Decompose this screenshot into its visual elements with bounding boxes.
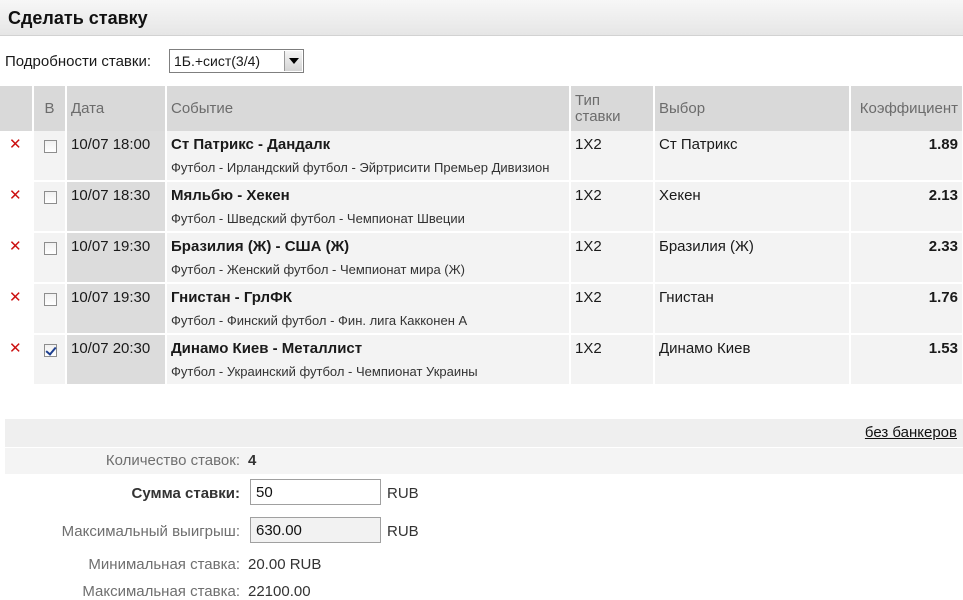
event-subtitle: Футбол - Украинский футбол - Чемпионат У… (171, 364, 478, 379)
delete-cell: ✕ (0, 232, 34, 284)
column-header-coef: Коэффициент (850, 86, 963, 131)
event-title: Динамо Киев - Металлист (171, 340, 363, 357)
coef-cell: 1.76 (850, 283, 963, 335)
event-cell: Бразилия (Ж) - США (Ж) Футбол - Женский ф… (166, 232, 571, 284)
stake-input[interactable] (250, 479, 381, 505)
max-win-field (250, 517, 381, 543)
max-win-label: Максимальный выигрыш: (61, 523, 240, 540)
bet-type-select-value: 1Б.+сист(3/4) (174, 53, 261, 69)
column-header-event: Событие (166, 86, 571, 131)
delete-cell: ✕ (0, 181, 34, 233)
coef-cell: 1.89 (850, 131, 963, 182)
coef-cell: 2.13 (850, 181, 963, 233)
page-title: Сделать ставку (8, 8, 148, 28)
bet-type-cell: 1X2 (570, 131, 655, 182)
delete-cell: ✕ (0, 131, 34, 182)
choice-cell: Бразилия (Ж) (654, 232, 851, 284)
banker-cell (33, 283, 67, 335)
stake-label: Сумма ставки: (131, 485, 240, 502)
chevron-down-icon[interactable] (284, 51, 302, 71)
bankers-bar: без банкеров (5, 419, 963, 447)
table-row: ✕ 10/07 20:30 Динамо Киев - Металлист Футбо… (0, 334, 963, 386)
event-subtitle: Футбол - Финский футбол - Фин. лига Какк… (171, 313, 468, 328)
banker-checkbox[interactable] (43, 293, 57, 306)
event-subtitle: Футбол - Шведский футбол - Чемпионат Шве… (171, 211, 465, 226)
event-subtitle: Футбол - Ирландский футбол - Эйртрисити … (171, 160, 550, 175)
date-cell: 10/07 19:30 (66, 232, 167, 284)
date-cell: 10/07 19:30 (66, 283, 167, 335)
column-header-bet-type: Тип ставки (570, 86, 655, 131)
column-header-date: Дата (66, 86, 167, 131)
bet-type-cell: 1X2 (570, 334, 655, 386)
delete-cell: ✕ (0, 283, 34, 335)
close-icon[interactable]: ✕ (9, 238, 22, 255)
table-row: ✕ 10/07 19:30 Бразилия (Ж) - США (Ж) Футбол… (0, 232, 963, 284)
coef-cell: 1.53 (850, 334, 963, 386)
coef-cell: 2.33 (850, 232, 963, 284)
close-icon[interactable]: ✕ (9, 187, 22, 204)
close-icon[interactable]: ✕ (9, 289, 22, 306)
bet-count-value: 4 (248, 452, 257, 469)
event-cell: Гнистан - ГрлФК Футбол - Финский футбол -… (166, 283, 571, 335)
event-title: Ст Патрикс - Дандалк (171, 136, 331, 153)
date-cell: 10/07 18:00 (66, 131, 167, 182)
bets-table: В Дата Событие Тип ставки Выбор Коэффици… (0, 86, 963, 386)
max-stake-value: 22100.00 (248, 583, 311, 600)
max-stake-label: Максимальная ставка: (82, 583, 240, 600)
no-bankers-link[interactable]: без банкеров (865, 424, 957, 441)
close-icon[interactable]: ✕ (9, 136, 22, 153)
banker-cell (33, 334, 67, 386)
max-win-currency: RUB (387, 523, 419, 540)
table-row: ✕ 10/07 18:30 Мяльбю - Хекен Футбол - Шведс… (0, 181, 963, 233)
banker-checkbox[interactable] (43, 140, 57, 153)
table-row: ✕ 10/07 19:30 Гнистан - ГрлФК Футбол - Финс… (0, 283, 963, 335)
banker-cell (33, 131, 67, 182)
banker-checkbox[interactable] (43, 191, 57, 204)
min-stake-label: Минимальная ставка: (88, 556, 240, 573)
event-cell: Мяльбю - Хекен Футбол - Шведский футбол -… (166, 181, 571, 233)
choice-cell: Гнистан (654, 283, 851, 335)
bet-type-select[interactable]: 1Б.+сист(3/4) (169, 49, 304, 73)
stake-currency: RUB (387, 485, 419, 502)
event-cell: Динамо Киев - Металлист Футбол - Украинск… (166, 334, 571, 386)
event-subtitle: Футбол - Женский футбол - Чемпионат мира… (171, 262, 465, 277)
banker-cell (33, 181, 67, 233)
column-header-choice: Выбор (654, 86, 851, 131)
page-header: Сделать ставку (0, 0, 963, 36)
delete-cell: ✕ (0, 334, 34, 386)
event-title: Мяльбю - Хекен (171, 187, 290, 204)
close-icon[interactable]: ✕ (9, 340, 22, 357)
choice-cell: Динамо Киев (654, 334, 851, 386)
banker-cell (33, 232, 67, 284)
bet-details-label: Подробности ставки: (5, 53, 151, 70)
date-cell: 10/07 20:30 (66, 334, 167, 386)
column-header-banker: В (33, 86, 67, 131)
bet-count-label: Количество ставок: (105, 452, 240, 469)
bet-type-cell: 1X2 (570, 181, 655, 233)
column-header-delete (0, 86, 34, 131)
bet-type-cell: 1X2 (570, 232, 655, 284)
min-stake-value: 20.00 RUB (248, 556, 322, 573)
choice-cell: Хекен (654, 181, 851, 233)
bet-type-cell: 1X2 (570, 283, 655, 335)
banker-checkbox[interactable] (43, 242, 57, 255)
event-title: Гнистан - ГрлФК (171, 289, 293, 306)
event-cell: Ст Патрикс - Дандалк Футбол - Ирландский … (166, 131, 571, 182)
table-header-row: В Дата Событие Тип ставки Выбор Коэффици… (0, 86, 963, 131)
event-title: Бразилия (Ж) - США (Ж) (171, 238, 350, 255)
banker-checkbox[interactable] (43, 344, 57, 357)
date-cell: 10/07 18:30 (66, 181, 167, 233)
choice-cell: Ст Патрикс (654, 131, 851, 182)
table-row: ✕ 10/07 18:00 Ст Патрикс - Дандалк Футбол -… (0, 131, 963, 182)
